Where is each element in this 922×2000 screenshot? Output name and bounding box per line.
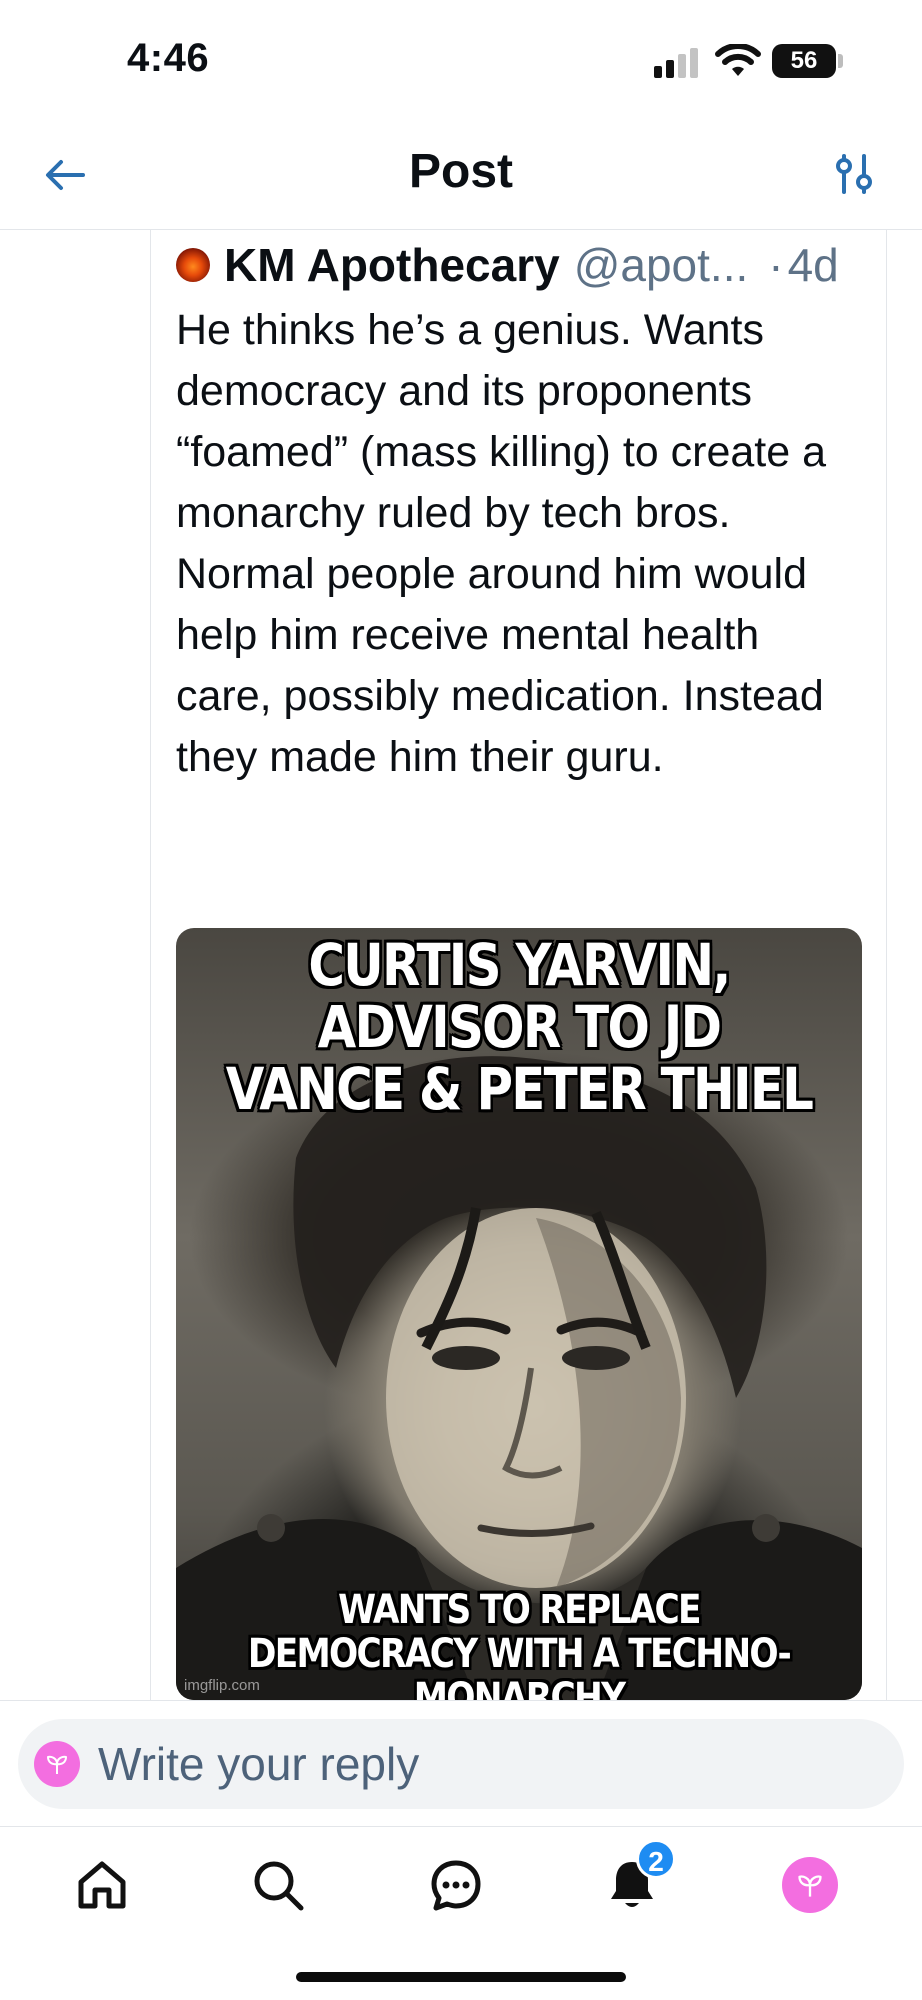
tab-chat[interactable] bbox=[424, 1853, 488, 1917]
author-handle[interactable]: @apot... bbox=[574, 238, 749, 292]
wifi-icon bbox=[715, 44, 761, 76]
meme-bottom-caption: WANTS TO REPLACE DEMOCRACY WITH A TECHNO… bbox=[247, 1587, 792, 1700]
reply-placeholder: Write your reply bbox=[98, 1738, 420, 1790]
page-title: Post bbox=[408, 145, 513, 198]
tab-home[interactable] bbox=[70, 1853, 134, 1917]
battery-tip bbox=[838, 54, 843, 68]
signal-icon bbox=[654, 48, 700, 78]
tab-notifications[interactable]: 2 bbox=[600, 1839, 676, 1917]
home-icon bbox=[78, 1861, 126, 1909]
thread-divider-left bbox=[150, 230, 151, 1700]
sliders-icon bbox=[836, 154, 872, 194]
author-name[interactable]: KM Apothecary bbox=[224, 238, 560, 292]
reply-input[interactable]: Write your reply bbox=[18, 1719, 904, 1809]
thread-divider-right bbox=[886, 230, 887, 1700]
post-image[interactable]: CURTIS YARVIN, ADVISOR TO JD VANCE & PET… bbox=[176, 928, 862, 1700]
avatar bbox=[782, 1857, 838, 1913]
sprout-icon bbox=[798, 1875, 822, 1897]
post[interactable]: KM Apothecary @apot... · 4d He thinks he… bbox=[176, 236, 876, 788]
sprout-icon bbox=[47, 1755, 67, 1774]
user-avatar bbox=[34, 1741, 80, 1787]
post-text: He thinks he’s a genius. Wants democracy… bbox=[176, 306, 826, 781]
tab-search[interactable] bbox=[246, 1853, 310, 1917]
status-bar: 4:46 56 bbox=[0, 0, 922, 120]
post-meta: KM Apothecary @apot... · 4d bbox=[176, 236, 876, 294]
meme-top-caption: CURTIS YARVIN, ADVISOR TO JD VANCE & PET… bbox=[225, 931, 814, 1123]
thread-options-button[interactable] bbox=[826, 146, 882, 202]
status-time: 4:46 bbox=[127, 36, 210, 80]
battery-icon: 56 bbox=[772, 44, 836, 78]
home-indicator bbox=[296, 1972, 626, 1982]
tab-profile[interactable] bbox=[778, 1853, 842, 1917]
search-icon bbox=[254, 1861, 304, 1911]
chat-icon bbox=[431, 1860, 481, 1911]
meta-separator: · bbox=[768, 239, 784, 291]
post-timestamp: 4d bbox=[787, 239, 839, 291]
reply-composer: Write your reply bbox=[0, 1700, 922, 1826]
author-avatar[interactable] bbox=[176, 248, 210, 282]
top-header: Post bbox=[0, 120, 922, 230]
image-watermark: imgflip.com bbox=[184, 1677, 260, 1694]
notification-badge: 2 bbox=[636, 1839, 676, 1879]
